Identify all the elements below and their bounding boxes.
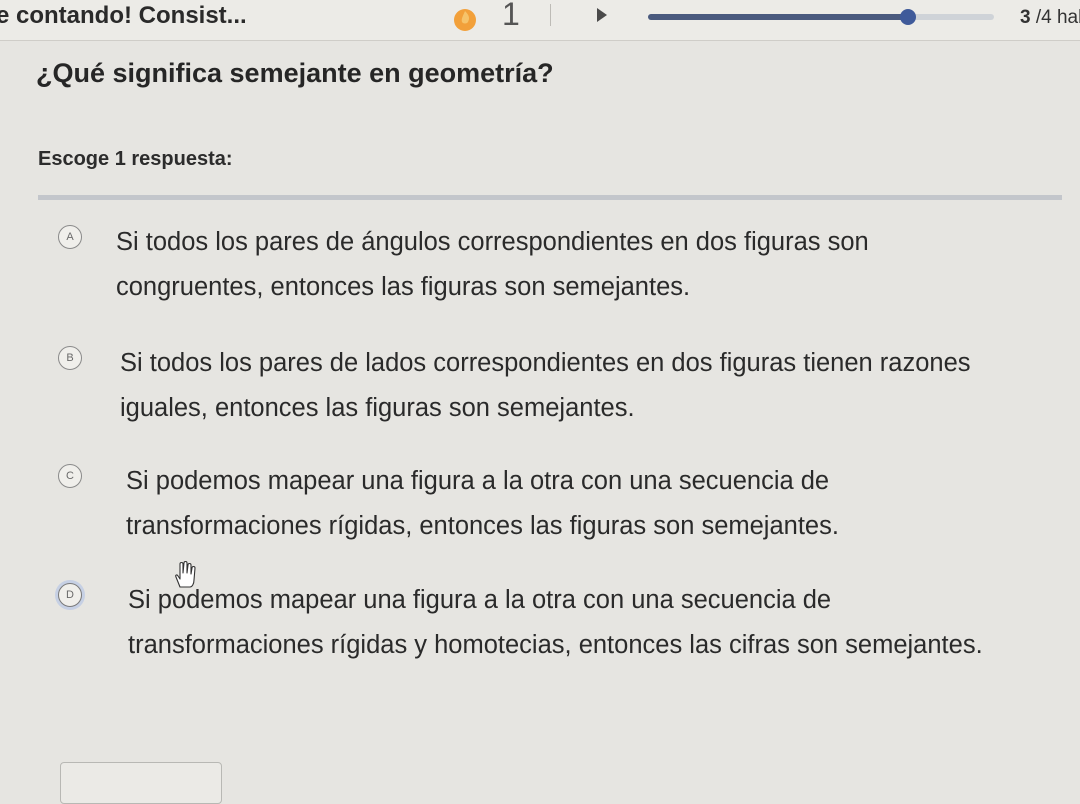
top-bar: e contando! Consist... 1 3 /4 hab: [0, 0, 1080, 41]
check-button[interactable]: [60, 762, 222, 804]
progress-knob: [899, 9, 916, 25]
counter-current: 3: [1020, 7, 1031, 28]
exercise-title: e contando! Consist...: [0, 2, 247, 29]
question-counter: 3 /4 hab: [1020, 7, 1080, 29]
progress-fill: [648, 14, 908, 20]
choice-text[interactable]: Si todos los pares de lados correspondie…: [120, 341, 1020, 431]
progress-bar: [648, 9, 994, 25]
choice-letter-badge[interactable]: D: [58, 583, 82, 607]
hand-cursor-icon: [175, 560, 196, 588]
choice-text[interactable]: Si todos los pares de ángulos correspond…: [116, 220, 1016, 310]
choice-text[interactable]: Si podemos mapear una ﬁgura a la otra co…: [128, 578, 1028, 668]
question-prompt: ¿Qué signiﬁca semejante en geometría?: [36, 58, 554, 88]
instruction-text: Escoge 1 respuesta:: [38, 148, 233, 170]
streak-count: 1: [502, 0, 520, 32]
counter-total: /4 hab: [1035, 7, 1080, 28]
flame-icon: [454, 9, 476, 31]
divider: [550, 4, 551, 26]
choice-letter-badge[interactable]: A: [58, 225, 82, 249]
choice-letter-badge[interactable]: C: [58, 464, 82, 488]
choice-text[interactable]: Si podemos mapear una ﬁgura a la otra co…: [126, 459, 1026, 549]
divider: [38, 195, 1062, 200]
play-icon[interactable]: [597, 8, 607, 22]
choice-letter-badge[interactable]: B: [58, 346, 82, 370]
